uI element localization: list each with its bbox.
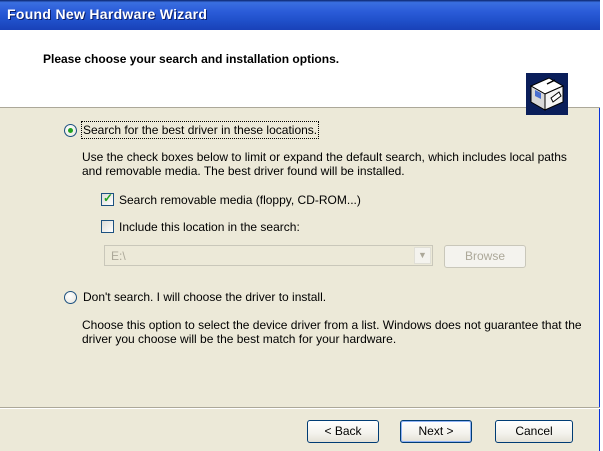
search-radio-label[interactable]: Search for the best driver in these loca…: [80, 121, 320, 139]
footer-divider: [0, 407, 600, 409]
dont-search-description: Choose this option to select the device …: [82, 318, 582, 346]
search-radio[interactable]: [64, 124, 77, 137]
location-value: E:\: [111, 249, 126, 263]
browse-button[interactable]: Browse: [444, 245, 526, 268]
dont-search-radio[interactable]: [64, 291, 77, 304]
radio-selected-dot: [68, 128, 73, 133]
removable-media-label[interactable]: Search removable media (floppy, CD-ROM..…: [119, 193, 361, 207]
header-panel: Please choose your search and installati…: [0, 30, 600, 115]
chevron-down-icon[interactable]: ▼: [414, 247, 431, 264]
location-combobox[interactable]: E:\ ▼: [104, 245, 433, 266]
wizard-window: Found New Hardware Wizard Please choose …: [0, 0, 600, 451]
back-button[interactable]: < Back: [307, 420, 379, 443]
removable-media-checkbox[interactable]: ✓: [101, 191, 114, 206]
include-location-checkbox[interactable]: [101, 220, 114, 233]
page-title: Please choose your search and installati…: [43, 52, 340, 66]
next-button[interactable]: Next >: [400, 420, 472, 443]
search-description: Use the check boxes below to limit or ex…: [82, 150, 567, 178]
check-icon: ✓: [103, 191, 114, 205]
title-bar[interactable]: Found New Hardware Wizard: [0, 0, 600, 30]
dont-search-radio-label[interactable]: Don't search. I will choose the driver t…: [83, 290, 326, 304]
cancel-button[interactable]: Cancel: [495, 420, 573, 443]
hardware-wizard-icon: [526, 73, 568, 115]
include-location-label[interactable]: Include this location in the search:: [119, 220, 300, 234]
window-title: Found New Hardware Wizard: [7, 6, 208, 22]
